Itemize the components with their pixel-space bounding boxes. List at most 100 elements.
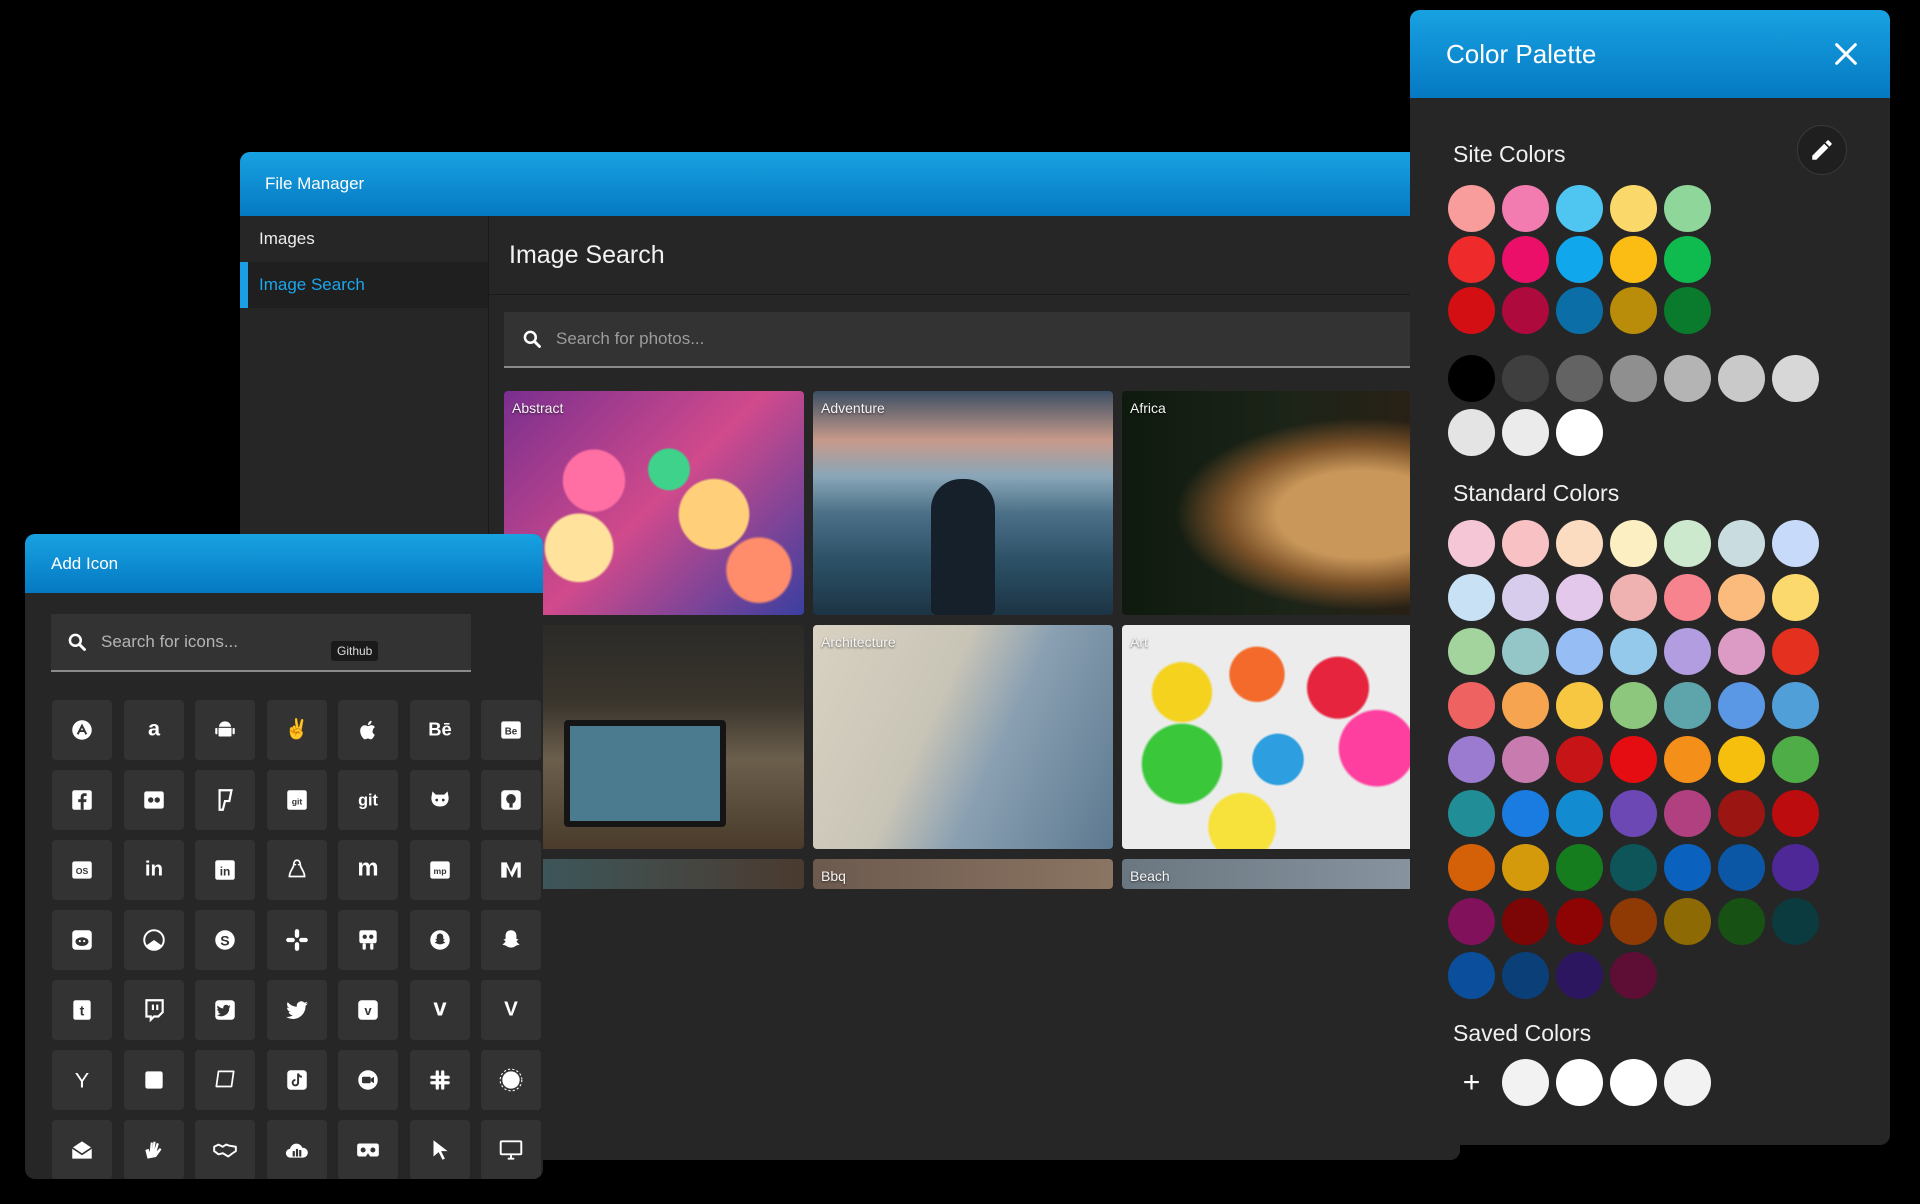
saved-color-swatch[interactable] xyxy=(1502,1059,1549,1106)
gray-color-swatch[interactable] xyxy=(1448,409,1495,456)
icon-option-speech-bubble[interactable] xyxy=(195,1050,255,1110)
site-color-swatch[interactable] xyxy=(1502,236,1549,283)
sidebar-item-images[interactable]: Images xyxy=(240,216,488,262)
icon-option-researchgate[interactable] xyxy=(123,910,184,970)
gray-color-swatch[interactable] xyxy=(1772,355,1819,402)
category-tile-adventure[interactable]: Adventure xyxy=(813,391,1113,615)
icon-option-vimeo[interactable]: v xyxy=(409,980,470,1040)
site-color-swatch[interactable] xyxy=(1556,185,1603,232)
icon-option-square[interactable] xyxy=(123,1050,184,1110)
standard-color-swatch[interactable] xyxy=(1610,898,1657,945)
standard-color-swatch[interactable] xyxy=(1448,628,1495,675)
icon-option-slideshare[interactable] xyxy=(338,910,398,970)
gray-color-swatch[interactable] xyxy=(1556,355,1603,402)
category-tile-bbq[interactable]: Bbq xyxy=(813,859,1113,889)
icon-option-slack[interactable] xyxy=(266,910,327,970)
icon-option-twitch[interactable] xyxy=(123,980,184,1040)
gray-color-swatch[interactable] xyxy=(1718,355,1765,402)
saved-color-swatch[interactable] xyxy=(1664,1059,1711,1106)
icon-option-vimeo-square[interactable]: v xyxy=(338,980,398,1040)
icon-option-foursquare[interactable] xyxy=(195,770,255,830)
standard-color-swatch[interactable] xyxy=(1772,844,1819,891)
standard-color-swatch[interactable] xyxy=(1502,844,1549,891)
icon-option-amazon[interactable]: a xyxy=(123,700,184,760)
standard-color-swatch[interactable] xyxy=(1610,844,1657,891)
site-color-swatch[interactable] xyxy=(1664,236,1711,283)
icon-option-sign-language[interactable] xyxy=(123,1120,184,1179)
standard-color-swatch[interactable] xyxy=(1556,790,1603,837)
saved-color-swatch[interactable] xyxy=(1610,1059,1657,1106)
icon-option-zoom[interactable] xyxy=(338,1050,398,1110)
icon-option-apple[interactable] xyxy=(338,700,398,760)
standard-color-swatch[interactable] xyxy=(1556,520,1603,567)
standard-color-swatch[interactable] xyxy=(1664,520,1711,567)
standard-color-swatch[interactable] xyxy=(1502,952,1549,999)
icon-option-meetup[interactable]: m xyxy=(338,840,398,900)
standard-color-swatch[interactable] xyxy=(1610,790,1657,837)
site-color-swatch[interactable] xyxy=(1556,236,1603,283)
icon-option-behance-square[interactable]: Be xyxy=(481,700,541,760)
site-color-swatch[interactable] xyxy=(1664,287,1711,334)
standard-color-swatch[interactable] xyxy=(1664,574,1711,621)
icon-option-git-square[interactable]: git xyxy=(266,770,327,830)
icon-option-github-alt[interactable] xyxy=(409,770,470,830)
site-color-swatch[interactable] xyxy=(1448,287,1495,334)
icon-option-linux[interactable] xyxy=(266,840,327,900)
gray-color-swatch[interactable] xyxy=(1502,409,1549,456)
category-tile-art[interactable]: Art xyxy=(1122,625,1422,849)
icon-option-linkedin[interactable]: in xyxy=(195,840,255,900)
standard-color-swatch[interactable] xyxy=(1610,574,1657,621)
photo-search-input[interactable]: Search for photos... xyxy=(504,312,1460,368)
standard-color-swatch[interactable] xyxy=(1718,790,1765,837)
standard-color-swatch[interactable] xyxy=(1502,736,1549,783)
icon-option-github[interactable] xyxy=(481,770,541,830)
standard-color-swatch[interactable] xyxy=(1718,844,1765,891)
standard-color-swatch[interactable] xyxy=(1448,844,1495,891)
standard-color-swatch[interactable] xyxy=(1556,628,1603,675)
standard-color-swatch[interactable] xyxy=(1448,520,1495,567)
standard-color-swatch[interactable] xyxy=(1502,790,1549,837)
gray-color-swatch[interactable] xyxy=(1448,355,1495,402)
standard-color-swatch[interactable] xyxy=(1448,682,1495,729)
standard-color-swatch[interactable] xyxy=(1448,790,1495,837)
category-tile-africa[interactable]: Africa xyxy=(1122,391,1422,615)
standard-color-swatch[interactable] xyxy=(1664,844,1711,891)
standard-color-swatch[interactable] xyxy=(1556,736,1603,783)
standard-color-swatch[interactable] xyxy=(1664,790,1711,837)
standard-color-swatch[interactable] xyxy=(1772,628,1819,675)
standard-color-swatch[interactable] xyxy=(1718,682,1765,729)
standard-color-swatch[interactable] xyxy=(1610,520,1657,567)
site-color-swatch[interactable] xyxy=(1502,287,1549,334)
standard-color-swatch[interactable] xyxy=(1664,736,1711,783)
icon-option-slack-hash[interactable] xyxy=(409,1050,470,1110)
standard-color-swatch[interactable] xyxy=(1664,682,1711,729)
category-tile-beach[interactable]: Beach xyxy=(1122,859,1422,889)
add-saved-color-button[interactable]: + xyxy=(1448,1059,1495,1106)
standard-color-swatch[interactable] xyxy=(1448,952,1495,999)
icon-option-vine[interactable]: V xyxy=(481,980,541,1040)
icon-option-handshake[interactable] xyxy=(195,1120,255,1179)
standard-color-swatch[interactable] xyxy=(1556,898,1603,945)
icon-option-envelope-open[interactable] xyxy=(52,1120,112,1179)
site-color-swatch[interactable] xyxy=(1610,287,1657,334)
standard-color-swatch[interactable] xyxy=(1772,736,1819,783)
site-color-swatch[interactable] xyxy=(1610,236,1657,283)
sidebar-item-image-search[interactable]: Image Search xyxy=(240,262,488,308)
standard-color-swatch[interactable] xyxy=(1448,898,1495,945)
category-tile-abstract[interactable]: Abstract xyxy=(504,391,804,615)
close-icon[interactable] xyxy=(1832,40,1860,68)
icon-option-android[interactable] xyxy=(195,700,255,760)
icon-option-linkedin-in[interactable]: in xyxy=(123,840,184,900)
icon-option-angellist[interactable]: ✌ xyxy=(266,700,327,760)
saved-color-swatch[interactable] xyxy=(1556,1059,1603,1106)
icon-option-lastfm[interactable]: OS xyxy=(52,840,112,900)
standard-color-swatch[interactable] xyxy=(1664,898,1711,945)
standard-color-swatch[interactable] xyxy=(1610,736,1657,783)
icon-option-reddit[interactable] xyxy=(52,910,112,970)
standard-color-swatch[interactable] xyxy=(1772,574,1819,621)
standard-color-swatch[interactable] xyxy=(1448,736,1495,783)
category-tile-partial[interactable] xyxy=(504,859,804,889)
standard-color-swatch[interactable] xyxy=(1718,520,1765,567)
edit-colors-button[interactable] xyxy=(1797,125,1847,175)
standard-color-swatch[interactable] xyxy=(1556,952,1603,999)
